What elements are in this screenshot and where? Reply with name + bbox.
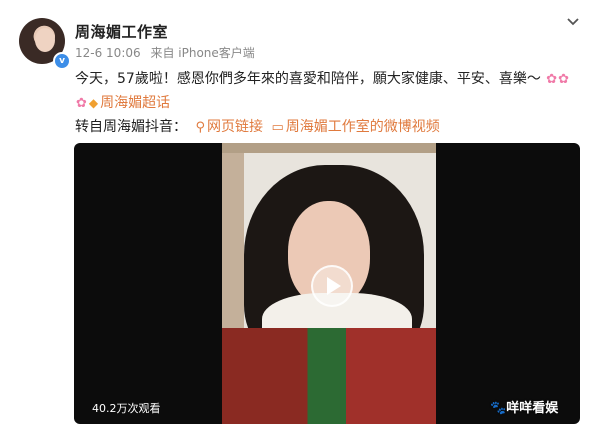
weibo-video-link[interactable]: ▭ 周海媚工作室的微博视频 (271, 119, 439, 135)
diamond-icon: ◆ (88, 96, 99, 110)
super-topic[interactable]: ✿ ◆ 周海媚超话 (75, 92, 170, 112)
post-source[interactable]: 来自 iPhone客户端 (150, 46, 254, 60)
video-player[interactable]: 40.2万次观看 (74, 143, 580, 424)
post-text: 今天，57歲啦！感恩你們多年來的喜愛和陪伴，願大家健康、平安、喜樂～ ✿✿ (75, 66, 569, 93)
username[interactable]: 周海媚工作室 (75, 21, 168, 42)
web-link-label: 网页链接 (206, 119, 263, 135)
play-icon[interactable] (311, 265, 353, 307)
flower-icon: ✿ (546, 72, 558, 87)
view-count: 40.2万次观看 (92, 402, 161, 415)
post-meta: 12-6 10:06 来自 iPhone客户端 (75, 44, 261, 61)
post-body: 今天，57歲啦！感恩你們多年來的喜愛和陪伴，願大家健康、平安、喜樂～ (75, 71, 541, 87)
flower-icon: ✿ (76, 96, 87, 111)
link-icon: ⚲ (195, 120, 205, 135)
watermark: 🐾咩咩看娱 (490, 397, 558, 416)
video-icon: ▭ (271, 120, 284, 135)
verified-badge-icon: v (53, 52, 71, 70)
super-topic-label: 周海媚超话 (100, 95, 171, 111)
watermark-text: 咩咩看娱 (506, 401, 559, 416)
repost-label: 转自周海媚抖音： (75, 119, 187, 135)
repost-line: 转自周海媚抖音： ⚲ 网页链接 ▭ 周海媚工作室的微博视频 (75, 116, 440, 136)
paw-icon: 🐾 (490, 401, 507, 416)
flower-icon: ✿ (558, 72, 570, 87)
web-link[interactable]: ⚲ 网页链接 (195, 119, 263, 135)
video-frame-top (222, 143, 436, 153)
video-subject-coat (222, 328, 436, 424)
post-date: 12-6 10:06 (75, 46, 141, 60)
weibo-video-label: 周海媚工作室的微博视频 (285, 119, 440, 135)
avatar-face (35, 28, 55, 52)
chevron-down-icon[interactable] (563, 12, 583, 32)
weibo-post: v 周海媚工作室 12-6 10:06 来自 iPhone客户端 今天，57歲啦… (0, 0, 600, 429)
